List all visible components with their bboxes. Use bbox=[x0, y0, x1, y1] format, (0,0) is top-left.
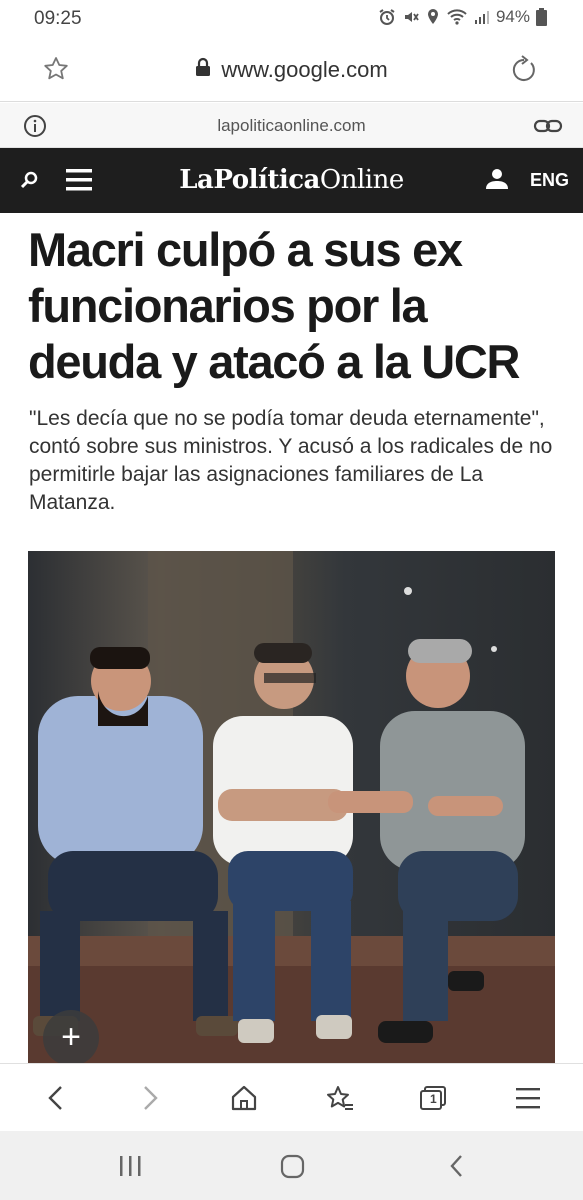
headline-line: deuda y atacó a la UCR bbox=[28, 335, 520, 388]
browser-toolbar: 1 bbox=[0, 1063, 583, 1131]
status-time: 09:25 bbox=[34, 8, 82, 29]
tabs-count: 1 bbox=[430, 1092, 437, 1106]
signal-icon bbox=[474, 8, 490, 26]
menu-icon[interactable] bbox=[514, 1084, 542, 1117]
address-field[interactable]: www.google.com bbox=[0, 57, 583, 83]
link-icon[interactable] bbox=[533, 115, 563, 142]
system-nav-bar bbox=[0, 1131, 583, 1200]
url-text: www.google.com bbox=[221, 57, 388, 82]
wifi-icon bbox=[446, 8, 468, 26]
lock-icon bbox=[195, 57, 211, 83]
recent-apps-icon[interactable] bbox=[118, 1153, 142, 1184]
add-button[interactable]: + bbox=[43, 1010, 99, 1066]
url-bar: www.google.com bbox=[0, 40, 583, 102]
headline-line: Macri culpó a sus ex bbox=[28, 223, 463, 276]
bookmarks-icon[interactable] bbox=[325, 1084, 355, 1117]
article-headline: Macri culpó a sus ex funcionarios por la… bbox=[28, 222, 568, 390]
logo-bold: LaPolítica bbox=[179, 165, 320, 195]
site-info-bar: lapoliticaonline.com bbox=[0, 103, 583, 148]
back-icon[interactable] bbox=[44, 1084, 68, 1117]
article-subhead: "Les decía que no se podía tomar deuda e… bbox=[29, 407, 553, 514]
forward-icon[interactable] bbox=[138, 1084, 162, 1117]
site-header: LaPolíticaOnline ENG bbox=[0, 148, 583, 213]
status-icons: 94% bbox=[378, 7, 547, 27]
headline-line: funcionarios por la bbox=[28, 279, 428, 332]
home-icon[interactable] bbox=[280, 1153, 306, 1184]
home-icon[interactable] bbox=[230, 1084, 258, 1117]
location-icon bbox=[426, 8, 440, 26]
article-photo[interactable] bbox=[28, 551, 555, 1063]
battery-icon bbox=[536, 8, 547, 26]
status-bar: 09:25 94% bbox=[0, 0, 583, 40]
language-toggle[interactable]: ENG bbox=[530, 170, 569, 191]
reload-icon[interactable] bbox=[509, 54, 539, 89]
logo-regular: Online bbox=[319, 165, 404, 195]
user-icon[interactable] bbox=[485, 168, 509, 195]
alarm-icon bbox=[378, 8, 396, 26]
site-domain: lapoliticaonline.com bbox=[217, 116, 366, 135]
back-icon[interactable] bbox=[446, 1153, 468, 1184]
battery-text: 94% bbox=[495, 7, 530, 26]
mute-icon bbox=[402, 8, 420, 26]
